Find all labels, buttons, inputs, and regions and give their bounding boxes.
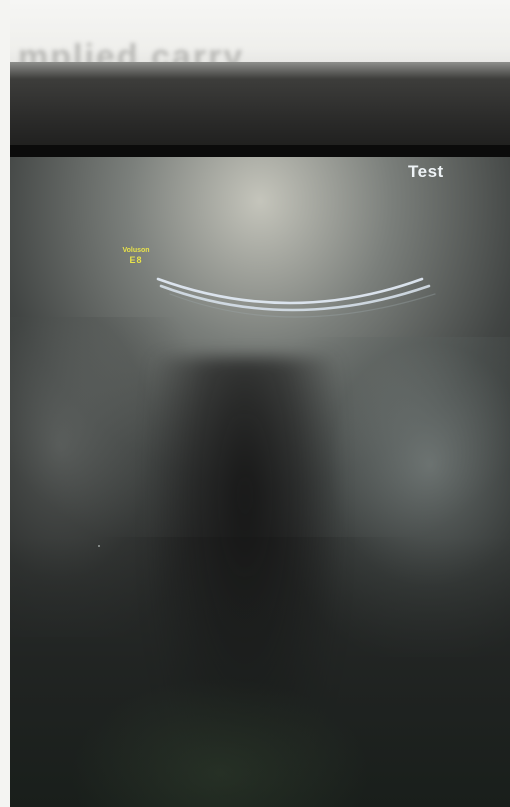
logo-line-2: E8 [129, 255, 143, 265]
probe-arc-graphic [156, 277, 436, 318]
ultrasound-screen: Test Voluson E8 [10, 157, 510, 807]
screen-dot [98, 545, 100, 547]
photo: mplied carry Test Voluson E8 [0, 0, 510, 807]
bezel-edge [10, 145, 510, 157]
screen-title: Test [408, 162, 444, 181]
voluson-logo: Voluson E8 [114, 247, 158, 265]
logo-line-1: Voluson [122, 247, 150, 254]
monitor-bezel [10, 62, 510, 157]
paper-label: mplied carry [10, 0, 510, 76]
screen-tint [70, 677, 370, 807]
